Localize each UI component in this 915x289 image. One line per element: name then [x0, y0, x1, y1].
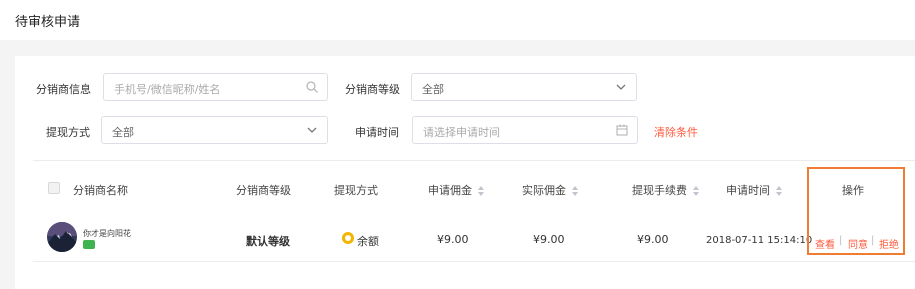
separator: |	[871, 235, 875, 246]
sort-icon[interactable]	[478, 186, 484, 196]
col-header-method: 提现方式	[334, 184, 378, 197]
distributor-info-placeholder: 手机号/微信昵称/姓名	[114, 83, 221, 96]
distributor-info-input[interactable]: 手机号/微信昵称/姓名	[103, 73, 328, 101]
col-header-actual-label: 实际佣金	[522, 184, 566, 197]
wechat-icon	[83, 240, 95, 249]
apply-time-placeholder: 请选择申请时间	[423, 126, 500, 139]
distributor-info-label: 分销商信息	[36, 83, 91, 96]
distributor-level-value: 全部	[422, 83, 444, 96]
col-header-fee[interactable]: 提现手续费	[632, 182, 699, 198]
search-icon[interactable]	[305, 80, 319, 94]
select-all-checkbox[interactable]	[48, 182, 60, 194]
table-row-divider	[33, 261, 915, 262]
page-title: 待审核申请	[15, 15, 81, 30]
col-header-level: 分销商等级	[236, 184, 291, 197]
reject-link[interactable]: 拒绝	[879, 236, 899, 251]
sort-icon[interactable]	[776, 186, 782, 196]
apply-time-label: 申请时间	[355, 126, 399, 139]
approve-link[interactable]: 同意	[848, 236, 868, 251]
col-header-name: 分销商名称	[73, 184, 128, 197]
cell-fee: ¥9.00	[637, 233, 669, 246]
distributor-level-label: 分销商等级	[345, 83, 400, 96]
distributor-name: 你才是向阳花	[83, 229, 131, 238]
cell-time: 2018-07-11 15:14:10	[706, 235, 813, 246]
calendar-icon	[616, 124, 628, 136]
cell-commission: ¥9.00	[437, 233, 469, 246]
cell-level: 默认等级	[246, 235, 290, 248]
separator: |	[839, 235, 843, 246]
sort-icon[interactable]	[693, 186, 699, 196]
chevron-down-icon	[307, 127, 317, 133]
withdraw-method-value: 全部	[112, 126, 134, 139]
distributor-level-select[interactable]: 全部	[411, 73, 637, 101]
col-header-fee-label: 提现手续费	[632, 184, 687, 197]
col-header-time-label: 申请时间	[726, 184, 770, 197]
cell-actual: ¥9.00	[533, 233, 565, 246]
apply-time-picker[interactable]: 请选择申请时间	[412, 116, 638, 144]
chevron-down-icon	[616, 84, 626, 90]
view-link[interactable]: 查看	[815, 236, 835, 251]
balance-icon	[342, 232, 354, 244]
withdraw-method-select[interactable]: 全部	[101, 116, 328, 144]
col-header-time[interactable]: 申请时间	[726, 182, 782, 198]
col-header-actual[interactable]: 实际佣金	[522, 182, 578, 198]
cell-method: 余额	[357, 235, 379, 248]
table-header-divider	[33, 160, 915, 161]
avatar	[47, 222, 77, 252]
sort-icon[interactable]	[572, 186, 578, 196]
withdraw-method-label: 提现方式	[46, 126, 90, 139]
top-bar: 待审核申请	[0, 0, 915, 40]
col-header-commission[interactable]: 申请佣金	[428, 182, 484, 198]
clear-filters-link[interactable]: 清除条件	[654, 124, 698, 140]
col-header-commission-label: 申请佣金	[428, 184, 472, 197]
